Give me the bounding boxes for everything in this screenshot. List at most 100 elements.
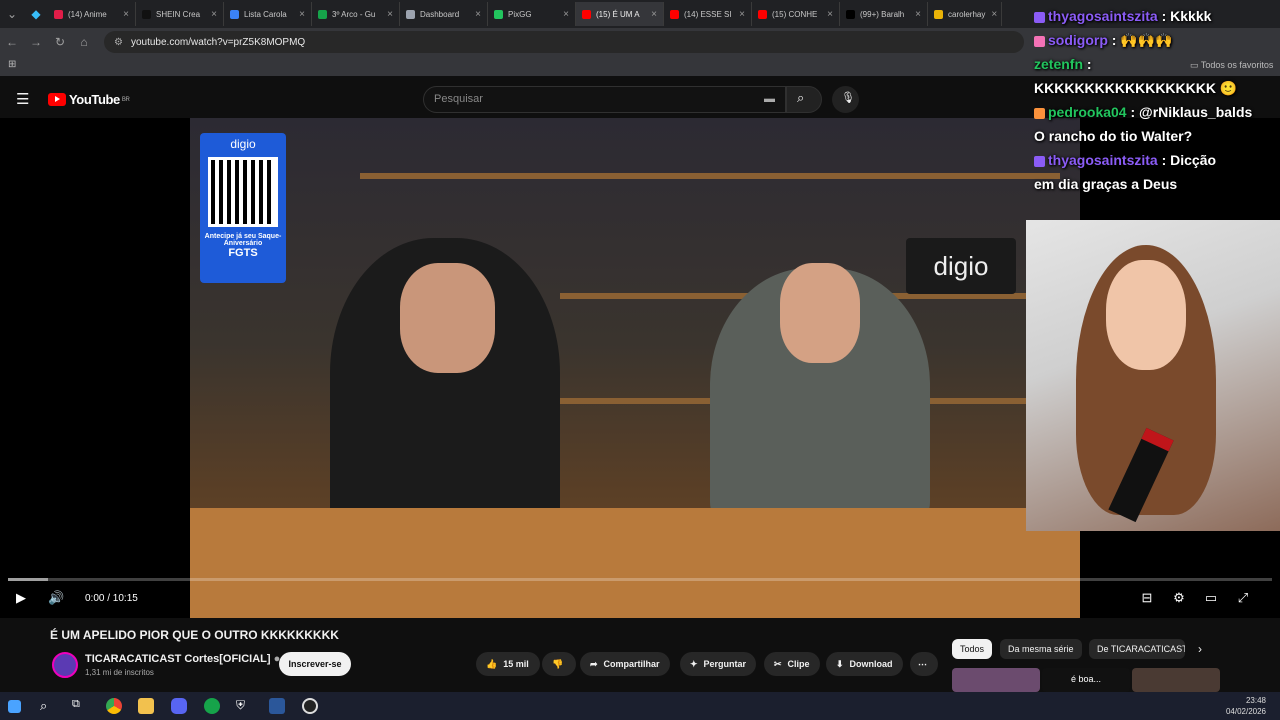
task-view-icon[interactable]: ⧉ bbox=[72, 698, 88, 714]
browser-tab[interactable]: (14) ESSE SI × bbox=[664, 2, 752, 26]
close-tab-icon[interactable]: × bbox=[293, 9, 305, 20]
more-icon: ⋯ bbox=[918, 658, 927, 669]
play-icon[interactable]: ▶ bbox=[13, 590, 29, 606]
back-icon[interactable]: ← bbox=[0, 35, 24, 49]
close-tab-icon[interactable]: × bbox=[909, 9, 921, 20]
close-tab-icon[interactable]: × bbox=[733, 9, 745, 20]
chat-text: em dia graças a Deus bbox=[1034, 176, 1178, 192]
close-tab-icon[interactable]: × bbox=[205, 9, 217, 20]
like-button[interactable]: 👍 15 mil bbox=[476, 652, 540, 676]
shelf bbox=[360, 173, 1060, 179]
tab-label: Lista Carola bbox=[244, 9, 287, 19]
share-button[interactable]: ➦ Compartilhar bbox=[580, 652, 670, 676]
system-clock[interactable]: 23:48 04/02/2026 bbox=[1226, 695, 1266, 717]
browser-tab[interactable]: SHEIN Crea × bbox=[136, 2, 224, 26]
chip-all[interactable]: Todos bbox=[952, 639, 993, 659]
browser-tab[interactable]: (15) É UM A × bbox=[576, 2, 664, 26]
tab-label: (99+) Baralh bbox=[860, 9, 905, 19]
browser-tab[interactable]: Dashboard × bbox=[400, 2, 488, 26]
channel-avatar[interactable] bbox=[52, 652, 78, 678]
close-tab-icon[interactable]: × bbox=[557, 9, 569, 20]
clip-button[interactable]: ✂ Clipe bbox=[764, 652, 820, 676]
chevron-right-icon[interactable]: › bbox=[1198, 642, 1202, 656]
tab-label: (14) Anime bbox=[68, 9, 107, 19]
menu-icon[interactable]: ☰ bbox=[16, 90, 29, 108]
voice-search-button[interactable]: 🎙 bbox=[832, 86, 859, 113]
close-tab-icon[interactable]: × bbox=[985, 9, 997, 20]
video-progress-bar[interactable] bbox=[8, 578, 1272, 581]
sponsor-brand: digio bbox=[230, 137, 256, 151]
close-tab-icon[interactable]: × bbox=[645, 9, 657, 20]
scissors-icon: ✂ bbox=[774, 658, 782, 669]
security-icon[interactable]: ⛨ bbox=[236, 698, 252, 714]
keyboard-icon[interactable]: ▬ bbox=[764, 87, 775, 112]
subtitles-icon[interactable]: ⊟ bbox=[1139, 590, 1155, 606]
browser-tab[interactable]: 3º Arco - Gu × bbox=[312, 2, 400, 26]
xbox-icon[interactable] bbox=[204, 698, 220, 714]
forward-icon[interactable]: → bbox=[24, 35, 48, 49]
qr-code bbox=[208, 157, 278, 227]
home-icon[interactable]: ⌂ bbox=[72, 35, 96, 49]
channel-name-text: TICARACATICAST Cortes[OFICIAL] bbox=[85, 653, 271, 665]
tab-favicon-icon bbox=[230, 9, 239, 19]
video-frame[interactable]: digio Antecipe já seu Saque-Aniversário … bbox=[190, 118, 1080, 618]
pinned-tab-icon[interactable]: ◆ bbox=[24, 7, 48, 21]
word-icon[interactable] bbox=[269, 698, 285, 714]
reload-icon[interactable]: ↻ bbox=[48, 35, 72, 49]
time-display: 0:00 / 10:15 bbox=[85, 593, 138, 604]
browser-tab[interactable]: (15) CONHE × bbox=[752, 2, 840, 26]
url-field[interactable]: ⚙ youtube.com/watch?v=prZ5K8MOPMQ bbox=[104, 31, 1024, 53]
clip-label: Clipe bbox=[787, 659, 810, 669]
recommended-thumbnail[interactable] bbox=[952, 668, 1040, 692]
browser-tab[interactable]: (99+) Baralh × bbox=[840, 2, 928, 26]
close-tab-icon[interactable]: × bbox=[469, 9, 481, 20]
fullscreen-icon[interactable]: ⤢ bbox=[1235, 590, 1251, 606]
subscribe-button[interactable]: Inscrever-se bbox=[279, 652, 351, 676]
windows-start-icon[interactable] bbox=[8, 700, 21, 713]
theater-mode-icon[interactable]: ▭ bbox=[1203, 590, 1219, 606]
channel-name[interactable]: TICARACATICAST Cortes[OFICIAL] ● bbox=[85, 653, 280, 665]
dislike-button[interactable]: 👎 bbox=[542, 652, 576, 676]
settings-icon[interactable]: ⚙ bbox=[1171, 590, 1187, 606]
browser-tab[interactable]: Lista Carola × bbox=[224, 2, 312, 26]
close-tab-icon[interactable]: × bbox=[117, 9, 129, 20]
download-button[interactable]: ⬇ Download bbox=[826, 652, 903, 676]
video-info: É UM APELIDO PIOR QUE O OUTRO KKKKKKKKK … bbox=[0, 618, 1280, 692]
search-button[interactable]: ⌕ bbox=[786, 86, 822, 113]
youtube-logo[interactable]: YouTube BR bbox=[48, 92, 130, 107]
search-icon[interactable]: ⌕ bbox=[40, 698, 56, 714]
tab-list-icon[interactable]: ⌄ bbox=[0, 7, 24, 21]
file-explorer-icon[interactable] bbox=[138, 698, 154, 714]
tab-label: SHEIN Crea bbox=[156, 9, 201, 19]
recommended-thumbnail[interactable]: é boa... bbox=[1042, 668, 1130, 692]
close-tab-icon[interactable]: × bbox=[821, 9, 833, 20]
apps-icon[interactable]: ⊞ bbox=[8, 59, 16, 70]
discord-icon[interactable] bbox=[171, 698, 187, 714]
buffer-indicator bbox=[8, 578, 48, 581]
more-actions-button[interactable]: ⋯ bbox=[910, 652, 938, 676]
close-tab-icon[interactable]: × bbox=[381, 9, 393, 20]
clock-date: 04/02/2026 bbox=[1225, 707, 1266, 716]
chip-same-series[interactable]: Da mesma série bbox=[1000, 639, 1082, 659]
sub-badge-icon bbox=[1034, 35, 1045, 47]
recommended-thumbnail[interactable] bbox=[1132, 668, 1220, 692]
chat-text: : bbox=[1086, 56, 1092, 72]
chrome-icon[interactable] bbox=[106, 698, 122, 714]
chip-from-channel[interactable]: De TICARACATICAST bbox=[1089, 639, 1185, 659]
chat-message: pedrooka04 : @rNiklaus_balds bbox=[1034, 100, 1280, 124]
chat-text: : @rNiklaus_balds bbox=[1130, 104, 1253, 120]
search-input[interactable]: Pesquisar ▬ bbox=[423, 86, 786, 113]
volume-icon[interactable]: 🔊 bbox=[48, 590, 64, 606]
region-label: BR bbox=[121, 96, 130, 103]
youtube-play-icon bbox=[48, 93, 66, 106]
obs-icon[interactable] bbox=[302, 698, 318, 714]
browser-tab[interactable]: PixGG × bbox=[488, 2, 576, 26]
tab-favicon-icon bbox=[406, 9, 415, 19]
browser-tab[interactable]: carolerhay × bbox=[928, 2, 1002, 26]
sponsor-line1: Antecipe já seu Saque-Aniversário bbox=[204, 233, 282, 247]
ask-button[interactable]: ✦ Perguntar bbox=[680, 652, 757, 676]
site-info-icon[interactable]: ⚙ bbox=[114, 37, 123, 48]
browser-tab[interactable]: (14) Anime × bbox=[48, 2, 136, 26]
chat-username: thyagosaintszita bbox=[1048, 8, 1158, 24]
windows-taskbar: ⌕ ⧉ ⛨ 23:48 04/02/2026 bbox=[0, 692, 1280, 720]
